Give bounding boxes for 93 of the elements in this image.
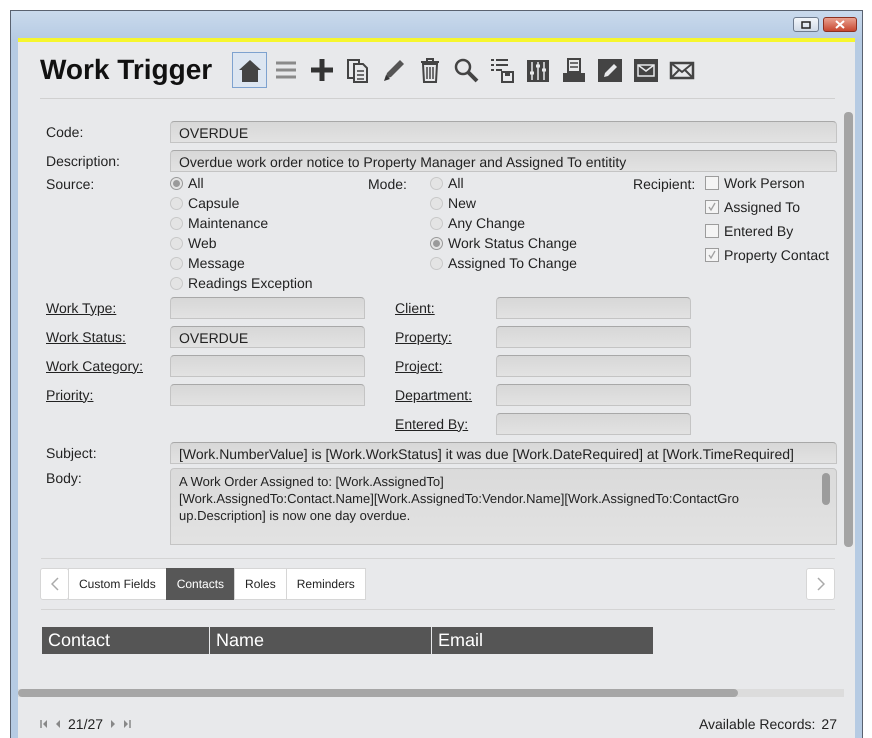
record-position: 21/27 (68, 716, 104, 732)
lookup-field[interactable] (496, 326, 691, 348)
lookup-link[interactable]: Priority: (46, 386, 94, 402)
restore-icon (801, 20, 811, 28)
lookup-field[interactable] (170, 354, 365, 376)
lookup-field[interactable] (170, 384, 365, 406)
last-page-icon (123, 719, 132, 729)
body-field[interactable]: A Work Order Assigned to: [Work.AssignedTo] [Work.AssignedTo:Contact.Name][Work.AssignedTo:Vendor.Name][Work.AssignedTo:ContactGro up.Description] is now one day overdue. (170, 468, 837, 545)
radio-label: All (188, 175, 204, 191)
radio-label: Message (188, 255, 245, 271)
vertical-scrollbar[interactable] (844, 112, 853, 547)
radio-button[interactable] (170, 216, 183, 230)
field-label: Source: (46, 176, 96, 194)
window-title: Work Trigger (40, 54, 212, 86)
checkbox[interactable] (705, 248, 719, 262)
radio-button[interactable] (170, 276, 183, 290)
checkbox-label: Entered By (724, 222, 794, 238)
tab[interactable]: Roles (234, 568, 287, 600)
radio-label: Capsule (188, 195, 240, 211)
radio-label: New (448, 195, 476, 211)
radio-button[interactable] (430, 176, 443, 190)
field-label: Body: (46, 469, 83, 488)
code-field[interactable]: OVERDUE (170, 120, 837, 142)
home-button[interactable] (232, 52, 268, 88)
close-icon (835, 20, 845, 29)
checkbox[interactable] (705, 200, 719, 214)
scroll-left-button[interactable] (40, 568, 69, 600)
scroll-right-button[interactable] (806, 568, 835, 600)
chevron-left-icon (50, 577, 58, 591)
lookup-link[interactable]: Project: (395, 358, 442, 374)
radio-button[interactable] (430, 256, 443, 270)
last-page-button[interactable] (123, 719, 132, 729)
check-icon (707, 250, 717, 260)
previous-icon (54, 719, 62, 729)
radio-button[interactable] (170, 236, 183, 250)
radio-label: Assigned To Change (448, 255, 577, 271)
radio-button[interactable] (430, 196, 443, 210)
radio-button[interactable] (170, 196, 183, 210)
field-label: Mode: (368, 176, 408, 194)
field-label: Subject: (46, 444, 98, 460)
lookup-field[interactable] (170, 296, 365, 318)
checkbox-label: Property Contact (724, 246, 830, 262)
lookup-field[interactable] (496, 354, 691, 376)
first-page-icon (40, 719, 48, 729)
field-label: Description: (46, 152, 121, 168)
tab[interactable]: Reminders (286, 568, 366, 600)
lookup-link[interactable]: Entered By: (395, 416, 468, 432)
previous-page-button[interactable] (54, 719, 62, 729)
records-count: 27 (821, 716, 837, 732)
field-label: Code: (46, 124, 84, 140)
radio-button[interactable] (430, 236, 443, 250)
pencil-square-icon (596, 56, 624, 84)
lookup-field[interactable] (496, 384, 691, 406)
checkbox[interactable] (705, 224, 719, 238)
close-button[interactable] (823, 17, 857, 32)
lookup-link[interactable]: Client: (395, 300, 435, 316)
envelope-square-icon (632, 56, 660, 84)
description-field[interactable]: Overdue work order notice to Property Manager and Assigned To entitity (170, 150, 837, 172)
check-icon (707, 202, 717, 212)
column-header[interactable]: Email (432, 627, 653, 654)
horizontal-scrollbar[interactable] (18, 689, 738, 697)
lookup-link[interactable]: Property: (395, 328, 452, 344)
restore-button[interactable] (793, 17, 819, 32)
column-header[interactable]: Name (210, 627, 431, 654)
lookup-field[interactable] (496, 296, 691, 318)
lookup-field[interactable] (496, 412, 691, 434)
radio-button[interactable] (170, 256, 183, 270)
checkbox[interactable] (705, 176, 719, 190)
checkbox-label: Work Person (724, 174, 805, 190)
radio-button[interactable] (430, 216, 443, 230)
chevron-right-icon (816, 577, 824, 591)
column-header[interactable]: Contact (42, 627, 209, 654)
lookup-link[interactable]: Department: (395, 386, 472, 402)
radio-button[interactable] (170, 176, 183, 190)
first-page-button[interactable] (40, 719, 48, 729)
radio-label: Maintenance (188, 215, 268, 231)
lookup-field[interactable]: OVERDUE (170, 326, 365, 348)
next-icon (109, 719, 118, 729)
records-label: Available Records: (698, 716, 816, 732)
radio-label: Readings Exception (188, 275, 313, 291)
radio-label: Work Status Change (448, 235, 577, 251)
lookup-link[interactable]: Work Category: (46, 358, 143, 374)
subject-field[interactable]: [Work.NumberValue] is [Work.WorkStatus] it was due [Work.DateRequired] at [Work.TimeRequired] (170, 442, 837, 464)
radio-label: All (448, 175, 464, 191)
checkbox-label: Assigned To (724, 198, 800, 214)
lookup-link[interactable]: Work Type: (46, 300, 116, 316)
lookup-link[interactable]: Work Status: (46, 328, 126, 344)
radio-label: Web (188, 235, 217, 251)
tab[interactable]: Custom Fields (68, 568, 167, 600)
radio-label: Any Change (448, 215, 526, 231)
next-page-button[interactable] (109, 719, 118, 729)
tab[interactable]: Contacts (166, 568, 236, 600)
field-label: Recipient: (633, 176, 696, 194)
